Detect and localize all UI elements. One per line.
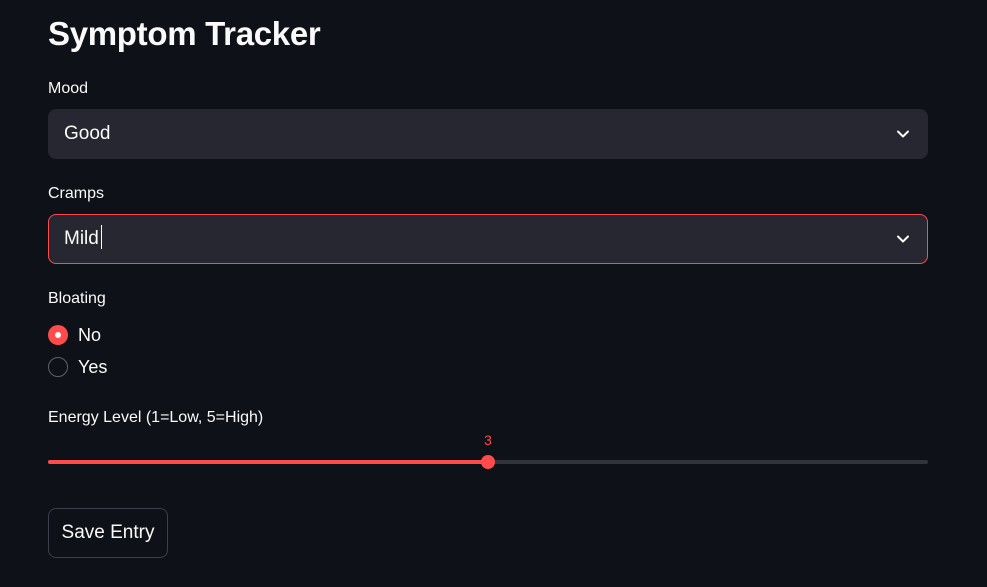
page-title: Symptom Tracker (48, 15, 321, 52)
energy-slider-thumb[interactable] (481, 455, 495, 469)
app-main: Symptom Tracker Mood Good Cramps Mild Bl… (0, 0, 987, 587)
cramps-select[interactable]: Mild (48, 214, 928, 264)
radio-checked-icon[interactable] (48, 325, 68, 345)
bloating-option-no-label: No (78, 324, 102, 345)
cramps-label: Cramps (48, 185, 105, 202)
bloating-option-yes-label: Yes (78, 356, 108, 377)
chevron-down-icon[interactable] (896, 232, 910, 246)
energy-slider[interactable]: 3 (48, 430, 928, 470)
energy-slider-fill (48, 460, 488, 464)
save-entry-button[interactable]: Save Entry (48, 508, 168, 558)
mood-selected-value: Good (64, 123, 111, 144)
energy-label: Energy Level (1=Low, 5=High) (48, 409, 264, 426)
cramps-selected-value[interactable]: Mild (64, 215, 102, 263)
cramps-selected-text: Mild (64, 228, 99, 249)
mood-label: Mood (48, 80, 89, 97)
radio-unchecked-icon[interactable] (48, 357, 68, 377)
mood-select[interactable]: Good (48, 109, 928, 159)
bloating-label: Bloating (48, 290, 106, 307)
bloating-option-no[interactable]: No (48, 323, 101, 347)
bloating-option-yes[interactable]: Yes (48, 355, 107, 379)
chevron-down-icon[interactable] (896, 127, 910, 141)
text-cursor (100, 224, 102, 249)
energy-slider-value: 3 (484, 432, 492, 448)
